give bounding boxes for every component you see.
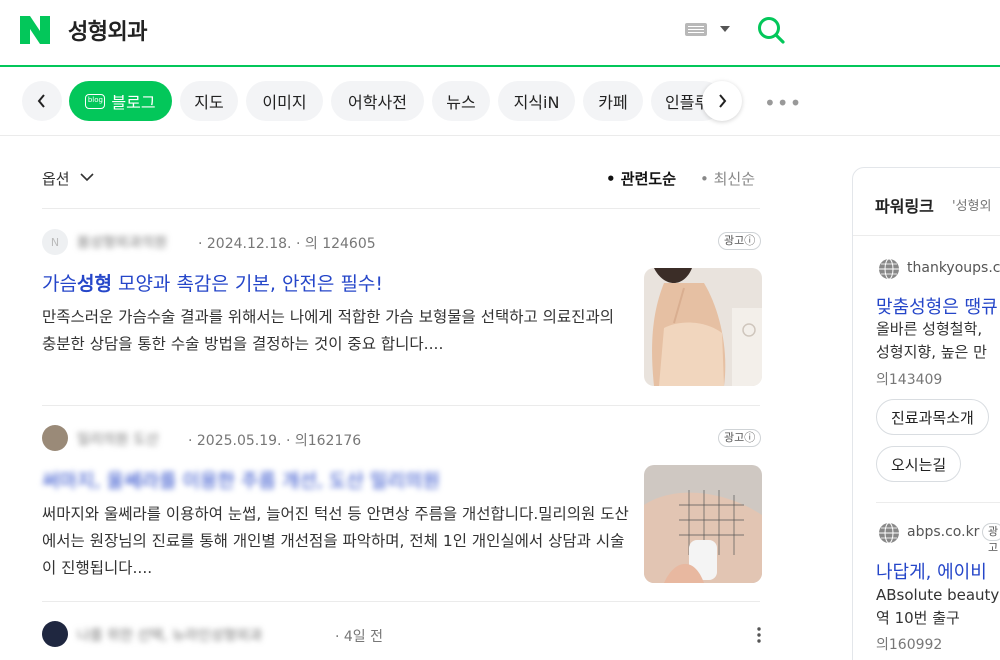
ad-text-line: ABsolute beauty! <box>876 586 1000 604</box>
more-vert-icon[interactable] <box>757 627 761 643</box>
title-highlight: 성형 <box>76 273 112 295</box>
result-thumbnail[interactable] <box>644 268 762 386</box>
source-avatar[interactable] <box>42 621 68 647</box>
sort-recent[interactable]: • 최신순 <box>700 168 755 189</box>
result-description[interactable]: 만족스러운 가슴수술 결과를 위해서는 나에게 적합한 가슴 보형물을 선택하고… <box>42 304 632 358</box>
blog-icon: blog <box>85 93 106 109</box>
ad-link-button[interactable]: 진료과목소개 <box>876 399 989 435</box>
keyboard-icon[interactable] <box>685 23 707 36</box>
chevron-right-icon <box>719 94 727 108</box>
tab-map[interactable]: 지도 <box>180 81 238 121</box>
post-meta: · 4일 전 <box>335 629 384 645</box>
divider <box>42 405 760 406</box>
divider <box>42 208 760 209</box>
post-meta: · 2024.12.18. · 의 124605 <box>198 236 376 252</box>
ad-text-line: 성형지향, 높은 만 <box>876 343 987 361</box>
search-tabs: blog 블로그 지도 이미지 어학사전 뉴스 지식iN 카페 인플루 ••• <box>0 67 1000 136</box>
divider <box>853 235 1000 236</box>
search-header: 성형외과 <box>0 0 1000 67</box>
source-avatar[interactable]: N <box>42 229 68 255</box>
tab-dictionary[interactable]: 어학사전 <box>331 81 424 121</box>
tab-kin[interactable]: 지식iN <box>498 81 575 121</box>
result-title[interactable]: 써마지, 울쎄라를 이용한 주름 개선, 도산 밀리의원 <box>42 466 440 493</box>
tab-news[interactable]: 뉴스 <box>432 81 490 121</box>
tabs-prev-button[interactable] <box>22 81 62 121</box>
globe-icon <box>879 258 899 280</box>
title-part: 모양과 촉감은 기본, 안전은 필수! <box>111 273 384 295</box>
chevron-down-icon[interactable] <box>80 171 94 183</box>
options-button[interactable]: 옵션 <box>42 168 70 189</box>
tab-blog[interactable]: blog 블로그 <box>69 81 172 121</box>
divider <box>876 502 1000 503</box>
ad-title[interactable]: 맞춤성형은 땡큐 <box>876 293 998 319</box>
ad-domain[interactable]: thankyoups.co <box>907 260 1000 276</box>
source-name[interactable]: 나를 위한 선택, 뉴라인성형외과 <box>77 625 262 645</box>
source-name[interactable]: 봄성형외과의원 <box>77 232 167 252</box>
source-name[interactable]: 밀리의원 도산 <box>77 429 159 449</box>
ad-text-line: 역 10번 출구 <box>876 609 960 627</box>
ad-badge[interactable]: 광고 <box>982 523 1000 554</box>
result-description[interactable]: 써마지와 울쎄라를 이용하여 눈썹, 늘어진 턱선 등 안면상 주름을 개선합니… <box>42 501 632 582</box>
tabs-next-button[interactable] <box>702 81 742 121</box>
naver-logo[interactable] <box>20 16 50 44</box>
result-thumbnail[interactable] <box>644 465 762 583</box>
ad-badge[interactable]: 광고ⓘ <box>718 232 762 250</box>
ad-title[interactable]: 나답게, 에이비 <box>876 558 987 584</box>
search-icon[interactable] <box>756 15 786 45</box>
tab-cafe[interactable]: 카페 <box>583 81 643 121</box>
powerlink-query: '성형외 <box>952 199 992 214</box>
globe-icon <box>879 522 899 544</box>
source-avatar[interactable] <box>42 425 68 451</box>
chevron-left-icon <box>37 94 45 108</box>
powerlink-title: 파워링크 <box>875 197 934 216</box>
tab-label: 블로그 <box>111 93 156 112</box>
title-part: 가슴 <box>42 273 77 295</box>
search-query[interactable]: 성형외과 <box>68 14 147 46</box>
ad-badge[interactable]: 광고ⓘ <box>718 429 762 447</box>
chevron-down-icon[interactable] <box>720 26 730 32</box>
ad-domain[interactable]: abps.co.kr <box>907 524 979 540</box>
divider <box>42 601 760 602</box>
ad-views: 의160992 <box>876 637 943 653</box>
result-title[interactable]: 가슴성형 모양과 촉감은 기본, 안전은 필수! <box>42 269 383 296</box>
sort-relevance[interactable]: • 관련도순 <box>606 168 676 189</box>
ad-text-line: 올바른 성형철학, <box>876 320 983 338</box>
more-icon[interactable]: ••• <box>764 91 802 115</box>
ad-link-button[interactable]: 오시는길 <box>876 446 962 482</box>
tab-image[interactable]: 이미지 <box>246 81 323 121</box>
post-meta: · 2025.05.19. · 의162176 <box>188 433 362 449</box>
ad-views: 의143409 <box>876 372 943 388</box>
